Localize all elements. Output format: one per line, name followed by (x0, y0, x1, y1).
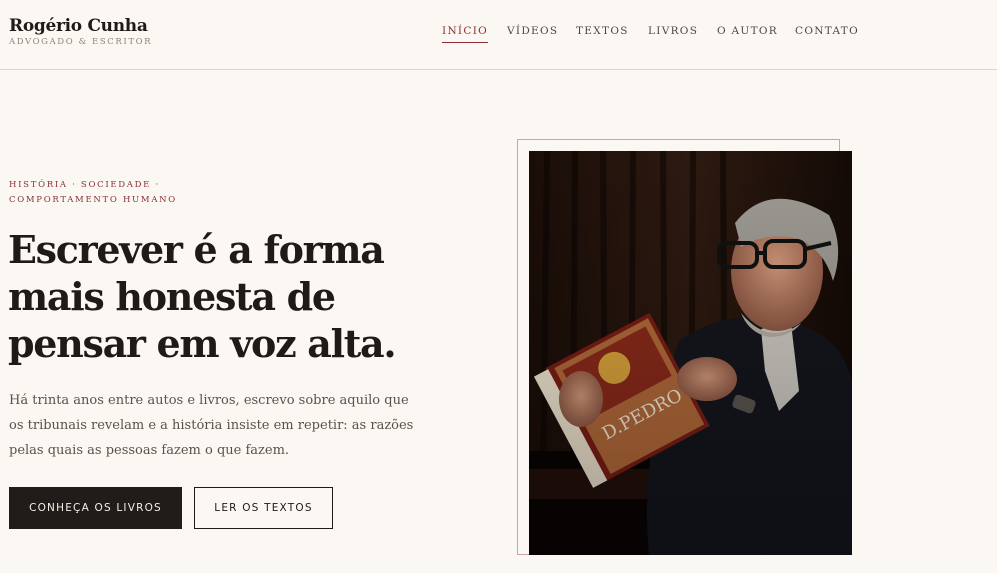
ler-os-textos-button[interactable]: LER OS TEXTOS (194, 487, 333, 529)
headline-line: mais honesta de (8, 274, 336, 319)
author-reading-illustration: D.PEDRO (529, 151, 852, 555)
site-header: Rogério Cunha ADVOGADO & ESCRITOR INÍCIO… (0, 0, 997, 70)
main-nav: INÍCIO VÍDEOS TEXTOS LIVROS O AUTOR CONT… (0, 25, 997, 45)
conheca-os-livros-button[interactable]: CONHEÇA OS LIVROS (9, 487, 182, 529)
nav-item-livros[interactable]: LIVROS (648, 25, 698, 37)
author-photo: D.PEDRO (529, 151, 852, 555)
hero-headline: Escrever é a forma mais honesta de pensa… (8, 226, 428, 367)
nav-item-videos[interactable]: VÍDEOS (507, 25, 558, 37)
nav-item-contato[interactable]: CONTATO (795, 25, 859, 37)
hero-lede: Há trinta anos entre autos e livros, esc… (9, 393, 414, 458)
eyebrow-line: HISTÓRIA · SOCIEDADE · (9, 180, 160, 190)
hero-eyebrow: HISTÓRIA · SOCIEDADE · COMPORTAMENTO HUM… (9, 178, 209, 208)
eyebrow-line: COMPORTAMENTO HUMANO (9, 195, 177, 205)
nav-item-textos[interactable]: TEXTOS (576, 25, 629, 37)
nav-item-o-autor[interactable]: O AUTOR (717, 25, 778, 37)
nav-item-inicio[interactable]: INÍCIO (442, 25, 489, 43)
headline-line: Escrever é a forma (8, 227, 385, 272)
headline-line: pensar em voz alta. (8, 321, 397, 366)
